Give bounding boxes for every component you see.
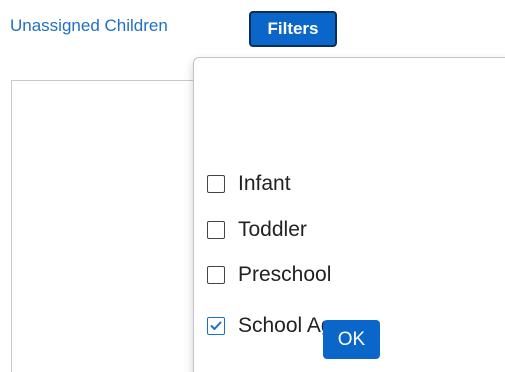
filters-dropdown: Infant Toddler Preschool School Age OK xyxy=(193,57,505,372)
filter-option-label: Preschool xyxy=(238,263,332,286)
infant-checkbox[interactable] xyxy=(207,175,225,193)
school-age-checkbox[interactable] xyxy=(207,317,225,335)
filter-option-label: Infant xyxy=(238,172,291,195)
ok-button[interactable]: OK xyxy=(323,320,380,359)
filter-option-label: Toddler xyxy=(238,218,307,241)
filter-option-toddler[interactable]: Toddler xyxy=(207,218,307,242)
page: Unassigned Children Filters Infant Toddl… xyxy=(0,0,505,372)
unassigned-children-link[interactable]: Unassigned Children xyxy=(10,15,168,37)
filter-option-infant[interactable]: Infant xyxy=(207,172,291,196)
check-icon xyxy=(210,321,222,331)
filter-option-preschool[interactable]: Preschool xyxy=(207,263,331,287)
toddler-checkbox[interactable] xyxy=(207,221,225,239)
filters-button[interactable]: Filters xyxy=(249,11,337,47)
preschool-checkbox[interactable] xyxy=(207,266,225,284)
